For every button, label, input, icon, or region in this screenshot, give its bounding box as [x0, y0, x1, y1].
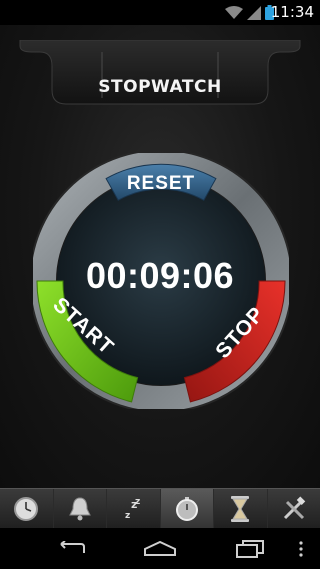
home-button[interactable]	[140, 536, 180, 562]
overflow-menu-button[interactable]	[294, 536, 308, 562]
tab-tools[interactable]	[268, 489, 320, 529]
menu-icon	[299, 541, 303, 557]
tools-icon	[283, 496, 305, 520]
back-button[interactable]	[50, 536, 90, 562]
stopwatch-icon	[175, 497, 198, 521]
tab-sleep[interactable]: z z z	[107, 489, 161, 529]
sleep-zzz-icon: z z z	[125, 497, 140, 521]
recents-icon	[236, 540, 264, 558]
reset-label: RESET	[127, 173, 195, 194]
bottom-tab-bar: z z z	[0, 488, 320, 529]
svg-text:z: z	[125, 511, 130, 521]
status-time: 11:34	[270, 3, 314, 21]
back-icon	[60, 541, 85, 553]
svg-text:z: z	[135, 497, 140, 507]
tab-clock[interactable]	[0, 489, 54, 529]
status-bar: 11:34	[0, 0, 320, 25]
recents-button[interactable]	[230, 536, 270, 562]
wifi-icon	[225, 5, 243, 19]
tab-alarm[interactable]	[54, 489, 107, 529]
hourglass-icon	[231, 496, 250, 522]
home-icon	[144, 541, 176, 556]
system-nav-bar	[0, 528, 320, 569]
tab-timer[interactable]	[214, 489, 268, 529]
bell-icon	[68, 497, 91, 521]
clock-icon	[14, 497, 39, 521]
tab-stopwatch[interactable]	[160, 489, 214, 529]
signal-icon	[247, 5, 261, 20]
elapsed-time-readout: 00:09:06	[85, 255, 235, 296]
page-title: STOPWATCH	[98, 77, 222, 97]
